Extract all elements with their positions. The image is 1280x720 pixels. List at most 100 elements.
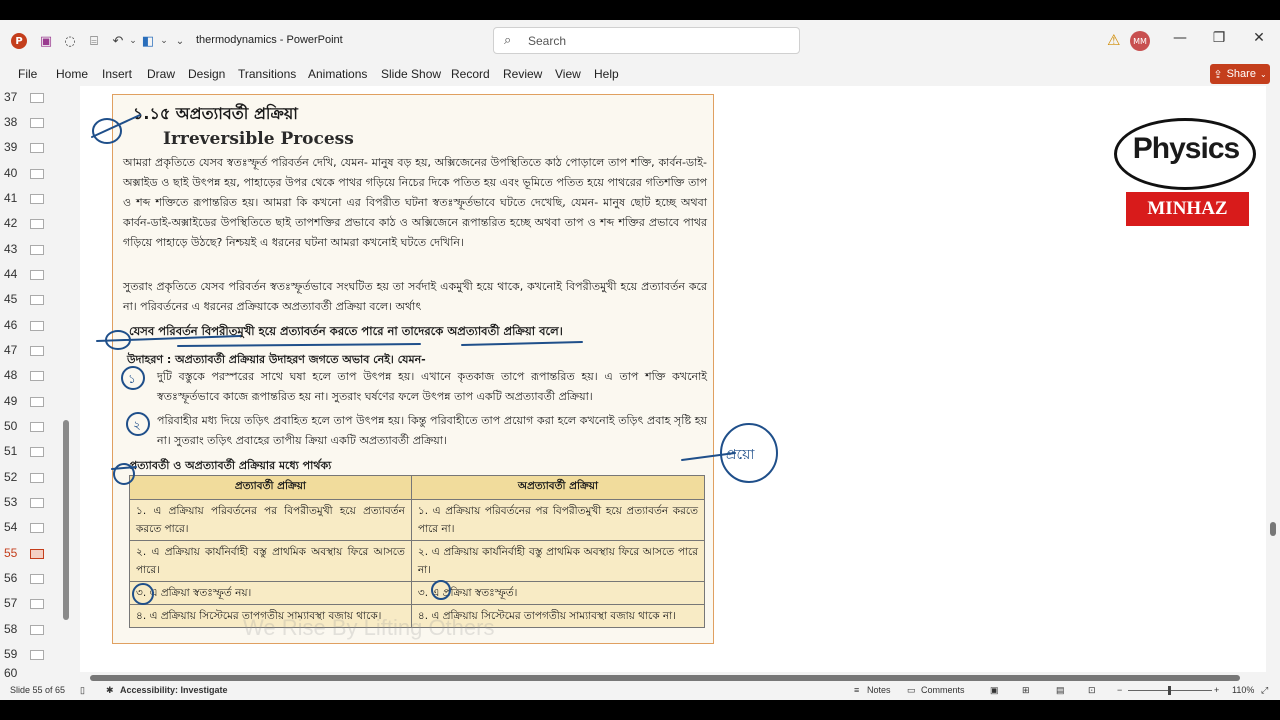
- table-cell: ১. এ প্রক্রিয়ায় পরিবর্তনের পর বিপরীতমু…: [410, 499, 706, 541]
- tab-draw[interactable]: Draw: [147, 67, 175, 81]
- slide-number: 38: [4, 115, 18, 129]
- tab-animations[interactable]: Animations: [308, 67, 367, 81]
- example-2: পরিবাহীর মধ্য দিয়ে তড়িৎ প্রবাহিত হলে ত…: [157, 414, 707, 447]
- spellcheck-icon[interactable]: ▯: [80, 685, 85, 696]
- slide-number: 39: [4, 140, 18, 154]
- slide-number: 59: [4, 647, 18, 661]
- slide-thumbnail: [30, 625, 44, 635]
- thumbnail-slide-49[interactable]: 49: [0, 390, 60, 414]
- table-header-irreversible: অপ্রত্যাবর্তী প্রক্রিয়া: [410, 475, 706, 500]
- slide-thumbnail: [30, 498, 44, 508]
- slideshow-icon[interactable]: ⊡: [1088, 685, 1096, 696]
- search-box[interactable]: ⌕ Search: [493, 27, 800, 54]
- restore-icon[interactable]: ❐: [1209, 30, 1229, 46]
- accessibility-status[interactable]: Accessibility: Investigate: [120, 685, 228, 695]
- fit-slide-icon[interactable]: ⤢: [1261, 685, 1268, 696]
- difference-table: প্রত্যাবর্তী প্রক্রিয়া অপ্রত্যাবর্তী প্…: [129, 475, 706, 628]
- thumbnail-slide-55[interactable]: 55: [0, 542, 60, 566]
- slide-thumbnail: [30, 118, 44, 128]
- chevron-down-icon: ⌄: [1259, 69, 1267, 79]
- slide-thumbnail: [30, 397, 44, 407]
- tab-home[interactable]: Home: [56, 67, 88, 81]
- thumbnail-slide-39[interactable]: 39: [0, 136, 60, 160]
- thumbnail-slide-43[interactable]: 43: [0, 238, 60, 262]
- thumbnail-slide-46[interactable]: 46: [0, 314, 60, 338]
- notes-icon: ≡: [854, 685, 860, 695]
- tab-record[interactable]: Record: [451, 67, 490, 81]
- notes-button[interactable]: Notes: [867, 685, 891, 695]
- thumbnail-slide-48[interactable]: 48: [0, 364, 60, 388]
- customize-toolbar-icon[interactable]: ⌄: [171, 32, 189, 50]
- thumbnail-slide-37[interactable]: 37: [0, 86, 60, 110]
- avatar[interactable]: MM: [1130, 31, 1150, 51]
- zoom-level[interactable]: 110%: [1232, 685, 1254, 695]
- scrollbar-thumb[interactable]: [90, 675, 1240, 681]
- reading-view-icon[interactable]: ▤: [1056, 685, 1065, 696]
- present-icon[interactable]: ⌸: [85, 32, 103, 50]
- thumbnail-slide-38[interactable]: 38: [0, 111, 60, 135]
- thumbnail-slide-51[interactable]: 51: [0, 440, 60, 464]
- autosave-icon[interactable]: ◌: [61, 32, 79, 50]
- scrollbar-thumb[interactable]: [63, 420, 69, 620]
- tab-help[interactable]: Help: [594, 67, 619, 81]
- thumbnail-slide-59[interactable]: 59: [0, 643, 60, 667]
- minimize-icon[interactable]: —: [1170, 30, 1190, 46]
- thumbnail-slide-41[interactable]: 41: [0, 187, 60, 211]
- slide-number: 40: [4, 166, 18, 180]
- table-row: ৩. এ প্রক্রিয়া স্বতঃস্ফূর্ত নয়। ৩. এ প…: [129, 581, 706, 605]
- slide-number: 52: [4, 470, 18, 484]
- zoom-out-icon[interactable]: −: [1117, 685, 1122, 695]
- close-icon[interactable]: ✕: [1249, 30, 1269, 46]
- status-bar: Slide 55 of 65 ▯ ✱ Accessibility: Invest…: [0, 682, 1280, 700]
- zoom-in-icon[interactable]: +: [1214, 685, 1219, 695]
- comments-button[interactable]: Comments: [921, 685, 965, 695]
- thumbnail-slide-44[interactable]: 44: [0, 263, 60, 287]
- slide-canvas[interactable]: ১.১৫ অপ্রত্যাবর্তী প্রক্রিয়া Irreversib…: [80, 86, 1266, 672]
- tab-review[interactable]: Review: [503, 67, 542, 81]
- thumbnail-slide-57[interactable]: 57: [0, 592, 60, 616]
- thumbnail-slide-52[interactable]: 52: [0, 466, 60, 490]
- slide-vertical-scrollbar[interactable]: [1266, 86, 1280, 672]
- thumbnail-slide-53[interactable]: 53: [0, 491, 60, 515]
- thumbnail-slide-47[interactable]: 47: [0, 339, 60, 363]
- thumbnail-slide-56[interactable]: 56: [0, 567, 60, 591]
- slide-number: 45: [4, 292, 18, 306]
- thumbnail-slide-60[interactable]: 60: [0, 668, 60, 680]
- normal-view-icon[interactable]: ▣: [990, 685, 999, 696]
- slide-thumbnail: [30, 422, 44, 432]
- tab-transitions[interactable]: Transitions: [238, 67, 296, 81]
- save-icon[interactable]: ▣: [37, 32, 55, 50]
- thumbnail-slide-54[interactable]: 54: [0, 516, 60, 540]
- tab-insert[interactable]: Insert: [102, 67, 132, 81]
- slide-thumbnail: [30, 574, 44, 584]
- share-button[interactable]: ⇪ Share ⌄: [1210, 64, 1270, 84]
- slide-number: 53: [4, 495, 18, 509]
- slide-sorter-icon[interactable]: ⊞: [1022, 685, 1030, 696]
- watermark-text: We Rise By Lifting Others: [243, 615, 495, 640]
- slide-thumbnail: [30, 473, 44, 483]
- tab-design[interactable]: Design: [188, 67, 225, 81]
- thumbnail-slide-58[interactable]: 58: [0, 618, 60, 642]
- thumbnail-slide-40[interactable]: 40: [0, 162, 60, 186]
- slide-number: 49: [4, 394, 18, 408]
- slide-thumbnail: [30, 599, 44, 609]
- document-name: thermodynamics: [196, 34, 277, 46]
- slide-thumbnail: [30, 523, 44, 533]
- slide-thumbnail: [30, 346, 44, 356]
- slide-number: 41: [4, 191, 18, 205]
- slide-thumbnail: [30, 194, 44, 204]
- tab-file[interactable]: File: [18, 67, 37, 81]
- share-label: Share: [1226, 68, 1256, 80]
- slide-thumbnail: [30, 549, 44, 559]
- tab-slide-show[interactable]: Slide Show: [381, 67, 441, 81]
- thumbnail-slide-45[interactable]: 45: [0, 288, 60, 312]
- warning-icon[interactable]: ⚠: [1107, 31, 1120, 49]
- zoom-slider-knob[interactable]: [1168, 686, 1171, 695]
- thumbnails-scrollbar[interactable]: [62, 90, 70, 676]
- thumbnail-slide-42[interactable]: 42: [0, 212, 60, 236]
- thumbnail-slide-50[interactable]: 50: [0, 415, 60, 439]
- tab-view[interactable]: View: [555, 67, 581, 81]
- scrollbar-thumb[interactable]: [1270, 522, 1276, 536]
- slide-counter: Slide 55 of 65: [10, 685, 66, 695]
- table-cell: ২. এ প্রক্রিয়ায় কার্যনির্বাহী বস্তু প্…: [129, 540, 412, 582]
